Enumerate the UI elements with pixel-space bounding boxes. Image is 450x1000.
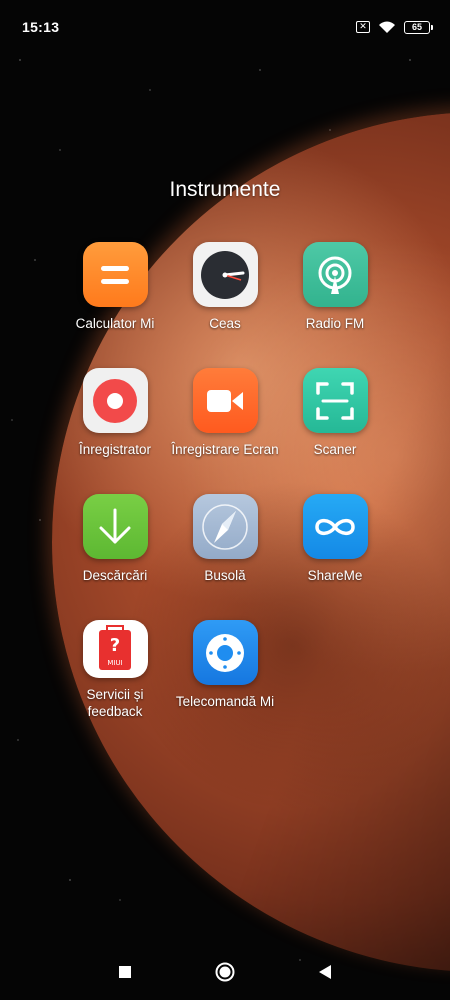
app-telecomanda-mi[interactable]: Telecomandă Mi <box>170 620 280 720</box>
miui-badge: MIUI <box>107 659 122 667</box>
app-label: Descărcări <box>82 568 148 583</box>
battery-level: 65 <box>411 22 422 32</box>
question-mark: ? <box>110 635 120 656</box>
app-label: Telecomandă Mi <box>175 694 275 709</box>
app-label: Radio FM <box>305 316 365 331</box>
feedback-icon: ? MIUI <box>82 620 148 678</box>
app-scaner[interactable]: Scaner <box>280 368 390 468</box>
sim-off-icon: ✕ <box>356 21 370 33</box>
folder-title[interactable]: Instrumente <box>0 178 450 202</box>
shareme-icon <box>302 494 368 559</box>
app-inregistrator[interactable]: Înregistrator <box>60 368 170 468</box>
recents-button[interactable] <box>114 961 136 983</box>
remote-icon <box>192 620 258 685</box>
circle-icon <box>215 962 235 982</box>
app-shareme[interactable]: ShareMe <box>280 494 390 594</box>
calculator-icon <box>82 242 148 307</box>
back-button[interactable] <box>314 961 336 983</box>
navigation-bar <box>0 944 450 1000</box>
screen-recorder-icon <box>192 368 258 433</box>
app-descarcari[interactable]: Descărcări <box>60 494 170 594</box>
app-label: Calculator Mi <box>75 316 155 331</box>
app-label: ShareMe <box>307 568 363 583</box>
square-icon <box>119 966 131 978</box>
app-servicii-si-feedback[interactable]: ? MIUI Servicii și feedback <box>60 620 170 720</box>
app-busola[interactable]: Busolă <box>170 494 280 594</box>
app-inregistrare-ecran[interactable]: Înregistrare Ecran <box>170 368 280 468</box>
compass-icon <box>192 494 258 559</box>
radio-icon <box>302 242 368 307</box>
app-calculator-mi[interactable]: Calculator Mi <box>60 242 170 342</box>
app-ceas[interactable]: Ceas <box>170 242 280 342</box>
app-label: Înregistrare Ecran <box>171 442 279 457</box>
app-label: Servicii și feedback <box>86 687 144 719</box>
app-label: Scaner <box>313 442 357 457</box>
clock-icon <box>192 242 258 307</box>
battery-icon: 65 <box>404 20 433 34</box>
recorder-icon <box>82 368 148 433</box>
status-time: 15:13 <box>22 19 60 35</box>
triangle-back-icon <box>319 965 331 979</box>
status-icons: ✕ 65 <box>356 20 433 34</box>
app-label: Busolă <box>204 568 246 583</box>
app-grid: Calculator Mi Ceas Radio FM Înregistrato… <box>60 242 390 720</box>
app-label: Înregistrator <box>78 442 152 457</box>
scanner-icon <box>302 368 368 433</box>
wifi-icon <box>379 21 395 33</box>
download-icon <box>82 494 148 559</box>
home-button[interactable] <box>214 961 236 983</box>
status-bar: 15:13 ✕ 65 <box>0 0 450 54</box>
app-radio-fm[interactable]: Radio FM <box>280 242 390 342</box>
app-label: Ceas <box>209 316 241 331</box>
